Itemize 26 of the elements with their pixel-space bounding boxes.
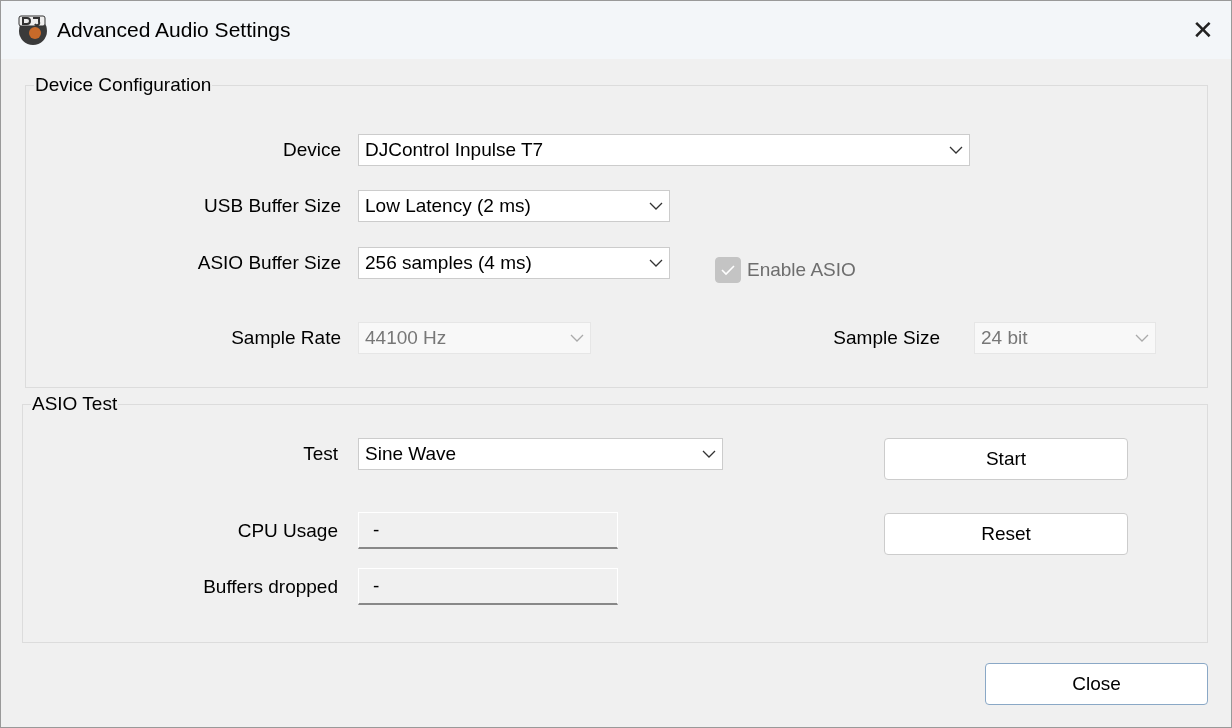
close-button[interactable]: Close — [985, 663, 1208, 705]
chevron-down-icon — [649, 259, 663, 267]
field-label: USB Buffer Size — [203, 195, 341, 217]
field-label: ASIO Buffer Size — [196, 252, 341, 274]
chevron-down-icon — [1135, 334, 1149, 342]
checkmark-icon — [721, 264, 735, 276]
field-label: Buffers dropped — [202, 575, 338, 598]
field-label: Sample Rate — [230, 327, 341, 349]
action-button[interactable]: Reset — [884, 513, 1128, 555]
field-label: CPU Usage — [236, 519, 338, 542]
field-label: Test — [302, 443, 338, 465]
action-button[interactable]: Start — [884, 438, 1128, 480]
chevron-down-icon — [702, 450, 716, 458]
dropdown[interactable]: Low Latency (2 ms) — [358, 190, 670, 222]
chevron-down-icon — [570, 334, 584, 342]
chevron-down-icon — [949, 146, 963, 154]
readonly-field: - — [358, 568, 618, 605]
dropdown[interactable]: 256 samples (4 ms) — [358, 247, 670, 279]
app-logo-icon — [17, 14, 49, 46]
field-label: Sample Size — [832, 327, 940, 349]
chevron-down-icon — [649, 202, 663, 210]
field-label: Device — [281, 139, 341, 161]
window-title: Advanced Audio Settings — [57, 18, 292, 42]
dropdown[interactable]: Sine Wave — [358, 438, 723, 470]
readonly-field: - — [358, 512, 618, 549]
dropdown[interactable]: DJControl Inpulse T7 — [358, 134, 970, 166]
